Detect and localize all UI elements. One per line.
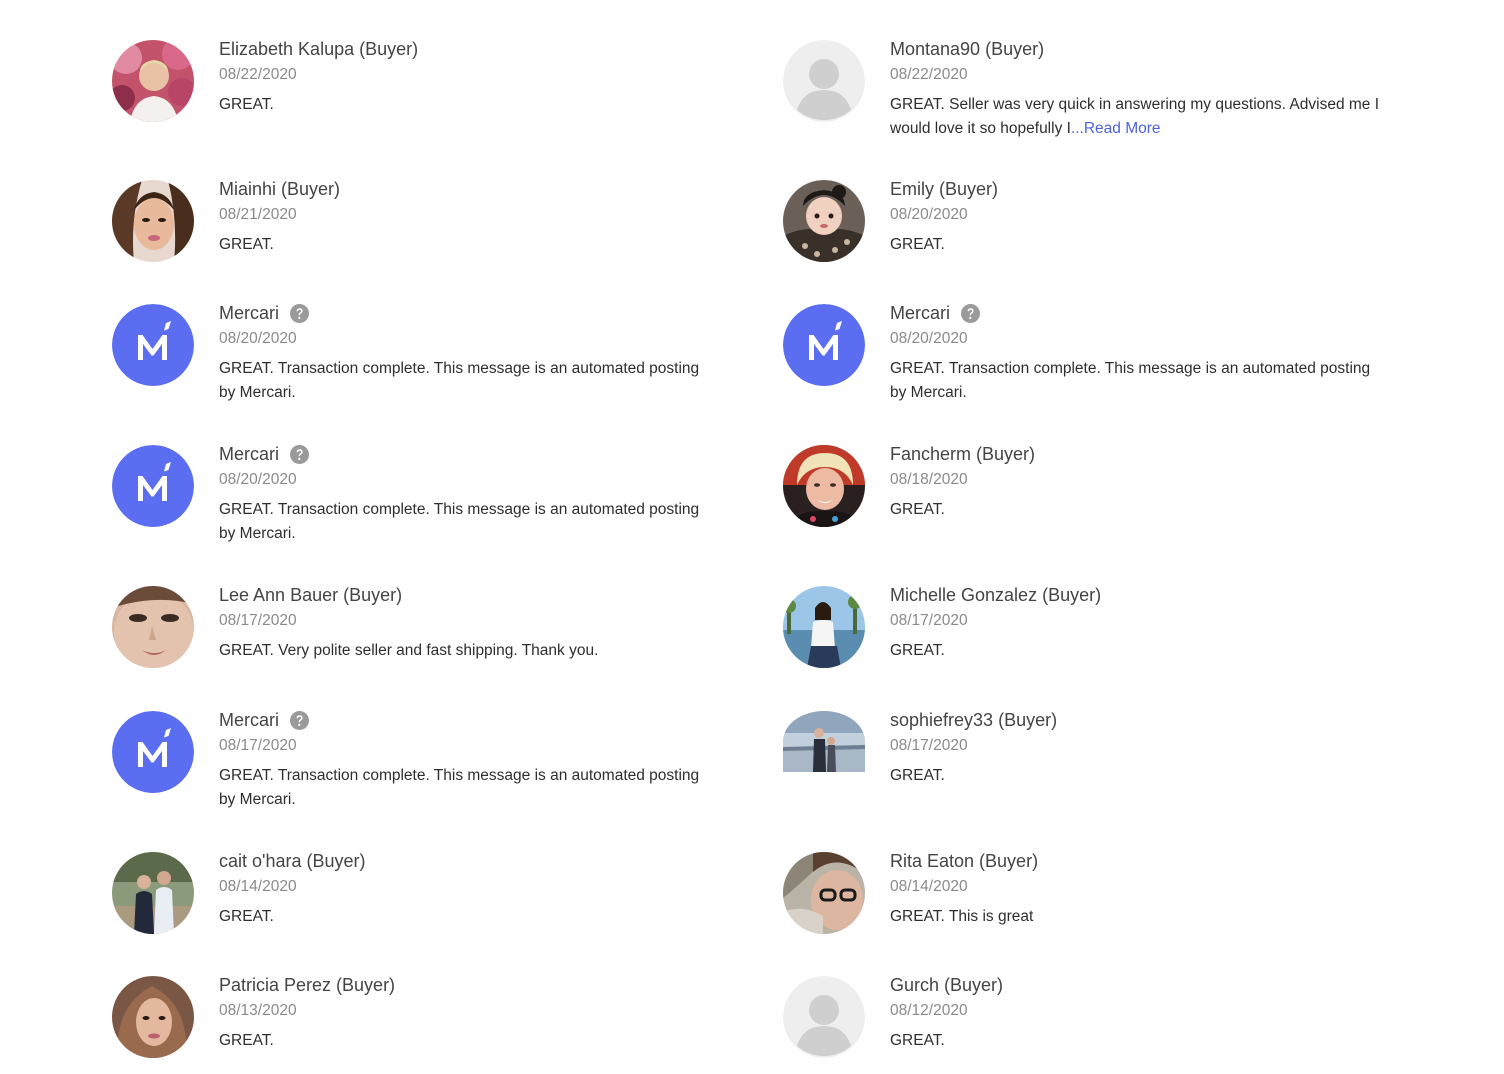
avatar[interactable] [112,40,194,122]
reviewer-name[interactable]: Elizabeth Kalupa (Buyer) [219,39,418,60]
review-date: 08/22/2020 [890,66,968,83]
review-date: 08/22/2020 [219,66,297,83]
mercari-logo-icon[interactable] [783,304,865,386]
avatar[interactable] [783,586,865,668]
review-date: 08/20/2020 [219,330,297,347]
reviewer-name[interactable]: Mercari [890,303,950,324]
review-text: GREAT. Very polite seller and fast shipp… [219,642,599,659]
avatar[interactable] [783,852,865,934]
avatar[interactable] [112,852,194,934]
review-text: GREAT. [890,236,945,253]
avatar[interactable] [112,180,194,262]
review-date: 08/13/2020 [219,1002,297,1019]
reviewer-name[interactable]: Mercari [219,444,279,465]
mercari-logo-icon[interactable] [112,445,194,527]
avatar[interactable] [783,711,865,772]
review-date: 08/20/2020 [890,330,968,347]
review-date: 08/17/2020 [219,737,297,754]
reviewer-name[interactable]: Michelle Gonzalez (Buyer) [890,585,1101,606]
avatar[interactable] [112,586,194,668]
avatar[interactable] [112,976,194,1058]
reviewer-name[interactable]: Patricia Perez (Buyer) [219,975,395,996]
review-text: GREAT. [890,642,945,659]
review-text: GREAT. [890,501,945,518]
review-text: GREAT. Seller was very quick in answerin… [890,93,1380,140]
question-circle-icon[interactable] [961,304,980,323]
review-text: GREAT. [890,767,945,784]
reviewer-name[interactable]: Miainhi (Buyer) [219,179,340,200]
ellipsis: ... [1070,119,1084,137]
question-circle-icon[interactable] [290,304,309,323]
mercari-logo-icon[interactable] [112,304,194,386]
mercari-logo-icon[interactable] [112,711,194,793]
review-date: 08/17/2020 [219,612,297,629]
reviewer-name[interactable]: Mercari [219,303,279,324]
review-date: 08/21/2020 [219,206,297,223]
review-date: 08/14/2020 [219,878,297,895]
review-date: 08/18/2020 [890,471,968,488]
reviewer-name[interactable]: Lee Ann Bauer (Buyer) [219,585,402,606]
read-more-link[interactable]: Read More [1084,120,1161,137]
review-text: GREAT. Transaction complete. This messag… [890,360,1371,401]
reviewer-name[interactable]: Fancherm (Buyer) [890,444,1035,465]
review-date: 08/12/2020 [890,1002,968,1019]
review-text: GREAT. [219,236,274,253]
review-text: GREAT. Transaction complete. This messag… [219,360,700,401]
reviewer-name[interactable]: Mercari [219,710,279,731]
review-text: GREAT. [890,1032,945,1049]
avatar[interactable] [783,180,865,262]
question-circle-icon[interactable] [290,445,309,464]
review-date: 08/20/2020 [890,206,968,223]
review-date: 08/17/2020 [890,737,968,754]
review-date: 08/17/2020 [890,612,968,629]
review-text: GREAT. [219,908,274,925]
review-text: GREAT. This is great [890,908,1034,925]
reviewer-name[interactable]: Rita Eaton (Buyer) [890,851,1038,872]
review-date: 08/20/2020 [219,471,297,488]
reviewer-name[interactable]: Gurch (Buyer) [890,975,1003,996]
review-text: GREAT. Transaction complete. This messag… [219,767,700,808]
review-text: GREAT. [219,1032,274,1049]
reviewer-name[interactable]: cait o'hara (Buyer) [219,851,366,872]
avatar[interactable] [783,445,865,527]
review-text: GREAT. [219,96,274,113]
person-placeholder-icon[interactable] [783,40,865,122]
reviewer-name[interactable]: Montana90 (Buyer) [890,39,1044,60]
review-text: GREAT. Transaction complete. This messag… [219,501,700,542]
reviewer-name[interactable]: Emily (Buyer) [890,179,998,200]
question-circle-icon[interactable] [290,711,309,730]
review-date: 08/14/2020 [890,878,968,895]
reviewer-name[interactable]: sophiefrey33 (Buyer) [890,710,1057,731]
person-placeholder-icon[interactable] [783,976,865,1058]
